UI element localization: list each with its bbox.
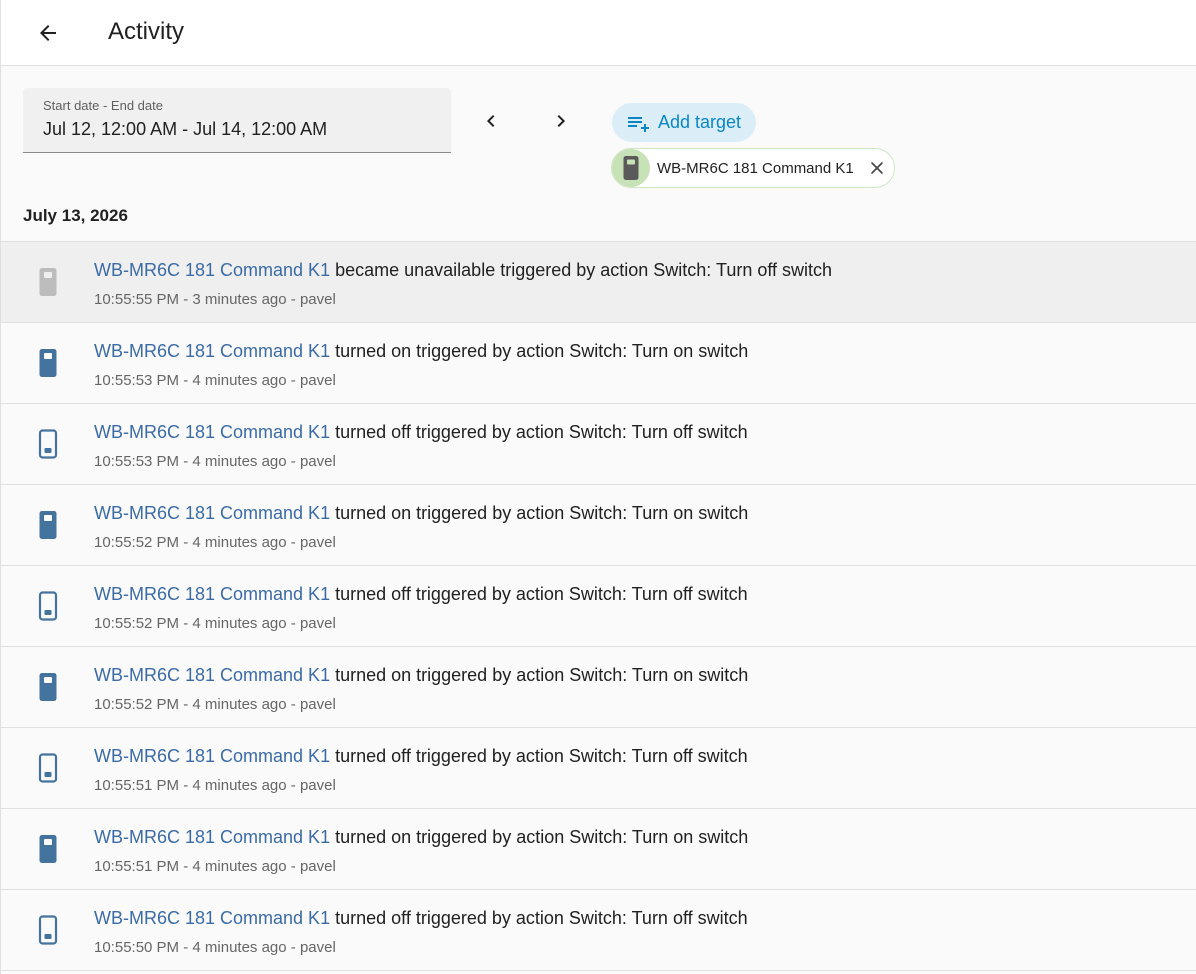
entry-meta: 10:55:52 PM - 4 minutes ago - pavel [94, 696, 336, 713]
switch-off-icon [35, 428, 61, 460]
day-header: July 13, 2026 [23, 206, 128, 225]
entry-message-line: WB-MR6C 181 Command K1 turned on trigger… [94, 341, 748, 362]
chevron-right-icon [557, 115, 565, 127]
activity-entry[interactable]: WB-MR6C 181 Command K1 turned on trigger… [1, 323, 1196, 404]
entry-message: turned off triggered by action Switch: T… [335, 584, 748, 604]
switch-on-icon [623, 156, 639, 180]
activity-entry[interactable]: WB-MR6C 181 Command K1 turned on trigger… [1, 485, 1196, 566]
add-target-label: Add target [658, 112, 742, 132]
activity-entry[interactable]: WB-MR6C 181 Command K1 turned off trigge… [1, 566, 1196, 647]
entry-message: turned on triggered by action Switch: Tu… [335, 827, 749, 847]
entry-meta: 10:55:50 PM - 4 minutes ago - pavel [94, 939, 336, 956]
entry-message: turned off triggered by action Switch: T… [335, 908, 748, 928]
page-title: Activity [108, 18, 185, 45]
switch-off-icon [35, 752, 61, 784]
entry-message: turned on triggered by action Switch: Tu… [335, 341, 749, 361]
switch-on-icon [35, 833, 61, 865]
entry-message: turned on triggered by action Switch: Tu… [335, 503, 749, 523]
arrow-left-icon [40, 25, 56, 41]
entry-meta: 10:55:51 PM - 4 minutes ago - pavel [94, 777, 336, 794]
activity-page: Activity Start date - End date Jul 12, 1… [0, 0, 1196, 974]
entry-message-line: WB-MR6C 181 Command K1 turned on trigger… [94, 665, 748, 686]
close-icon [871, 162, 883, 174]
activity-entry[interactable]: WB-MR6C 181 Command K1 turned off trigge… [1, 404, 1196, 485]
entry-message-line: WB-MR6C 181 Command K1 turned off trigge… [94, 908, 748, 929]
switch-off-icon [35, 914, 61, 946]
switch-off-icon [35, 590, 61, 622]
entry-message-line: WB-MR6C 181 Command K1 turned on trigger… [94, 503, 748, 524]
target-chip[interactable]: WB-MR6C 181 Command K1 [611, 148, 895, 188]
entry-message-line: WB-MR6C 181 Command K1 became unavailabl… [94, 260, 832, 281]
switch-on-icon [35, 671, 61, 703]
playlist-add-icon [628, 116, 649, 132]
activity-entry[interactable]: WB-MR6C 181 Command K1 turned off trigge… [1, 890, 1196, 971]
entry-meta: 10:55:52 PM - 4 minutes ago - pavel [94, 615, 336, 632]
entity-link[interactable]: WB-MR6C 181 Command K1 [94, 746, 330, 766]
entity-link[interactable]: WB-MR6C 181 Command K1 [94, 827, 330, 847]
entry-meta: 10:55:53 PM - 4 minutes ago - pavel [94, 372, 336, 389]
switch-unavailable-icon [35, 266, 61, 298]
date-range-picker[interactable]: Start date - End date Jul 12, 12:00 AM -… [23, 88, 451, 153]
entry-message: turned on triggered by action Switch: Tu… [335, 665, 749, 685]
top-app-bar: Activity [1, 0, 1196, 66]
add-target-button[interactable]: Add target [612, 103, 756, 142]
chip-avatar [612, 149, 650, 187]
activity-entry[interactable]: WB-MR6C 181 Command K1 turned on trigger… [1, 647, 1196, 728]
entry-message-line: WB-MR6C 181 Command K1 turned off trigge… [94, 584, 748, 605]
activity-entry[interactable]: WB-MR6C 181 Command K1 turned on trigger… [1, 809, 1196, 890]
remove-target-button[interactable] [866, 157, 888, 179]
entity-link[interactable]: WB-MR6C 181 Command K1 [94, 908, 330, 928]
back-button[interactable] [29, 14, 67, 52]
entry-message: became unavailable triggered by action S… [335, 260, 833, 280]
entity-link[interactable]: WB-MR6C 181 Command K1 [94, 503, 330, 523]
entry-meta: 10:55:51 PM - 4 minutes ago - pavel [94, 858, 336, 875]
entry-meta: 10:55:53 PM - 4 minutes ago - pavel [94, 453, 336, 470]
entry-message-line: WB-MR6C 181 Command K1 turned on trigger… [94, 827, 748, 848]
activity-entry[interactable]: WB-MR6C 181 Command K1 turned off trigge… [1, 728, 1196, 809]
previous-period-button[interactable] [473, 103, 509, 139]
activity-list: WB-MR6C 181 Command K1 became unavailabl… [1, 241, 1196, 971]
activity-entry[interactable]: WB-MR6C 181 Command K1 became unavailabl… [1, 242, 1196, 323]
next-period-button[interactable] [543, 103, 579, 139]
switch-on-icon [35, 347, 61, 379]
entity-link[interactable]: WB-MR6C 181 Command K1 [94, 584, 330, 604]
target-chip-label: WB-MR6C 181 Command K1 [657, 159, 854, 177]
entry-message-line: WB-MR6C 181 Command K1 turned off trigge… [94, 746, 748, 767]
entry-meta: 10:55:52 PM - 4 minutes ago - pavel [94, 534, 336, 551]
entry-message-line: WB-MR6C 181 Command K1 turned off trigge… [94, 422, 748, 443]
chevron-left-icon [487, 115, 495, 127]
entry-message: turned off triggered by action Switch: T… [335, 746, 748, 766]
date-range-value: Jul 12, 12:00 AM - Jul 14, 12:00 AM [43, 119, 328, 139]
entry-message: turned off triggered by action Switch: T… [335, 422, 748, 442]
entity-link[interactable]: WB-MR6C 181 Command K1 [94, 341, 330, 361]
entity-link[interactable]: WB-MR6C 181 Command K1 [94, 422, 330, 442]
entity-link[interactable]: WB-MR6C 181 Command K1 [94, 260, 330, 280]
date-range-label: Start date - End date [43, 98, 163, 113]
entity-link[interactable]: WB-MR6C 181 Command K1 [94, 665, 330, 685]
switch-on-icon [35, 509, 61, 541]
entry-meta: 10:55:55 PM - 3 minutes ago - pavel [94, 291, 336, 308]
